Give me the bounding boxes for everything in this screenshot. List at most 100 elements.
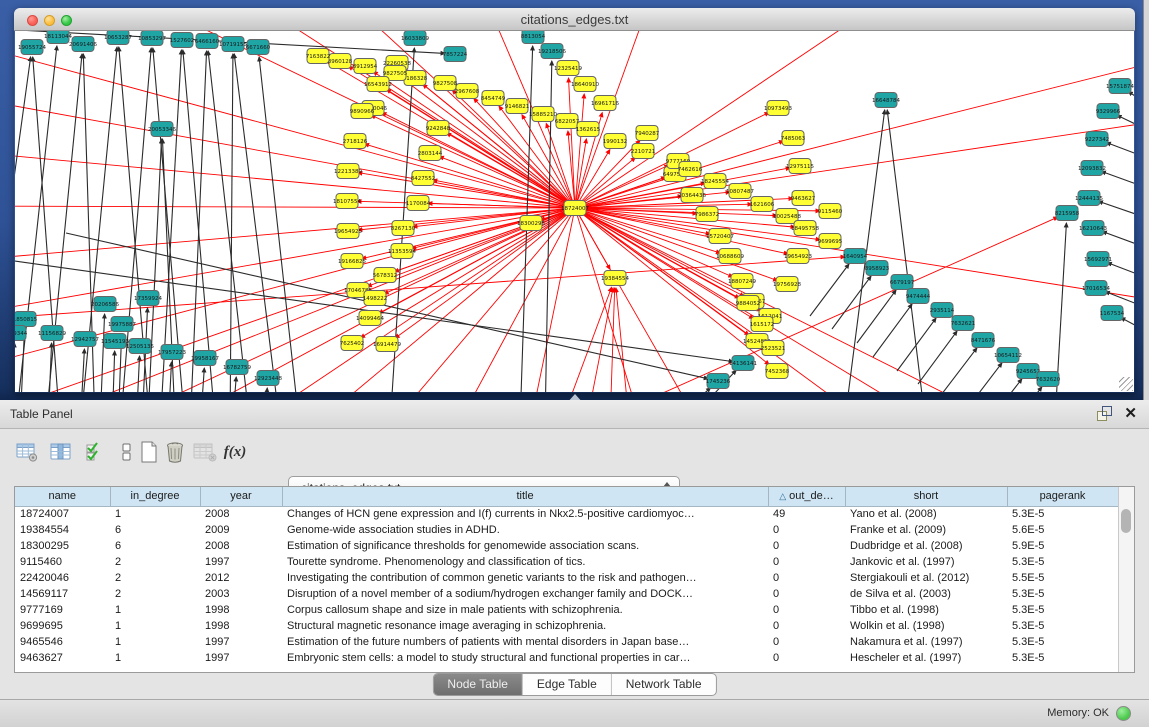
table-row[interactable]: 946362711997Embryonic stem cells: a mode…	[15, 650, 1118, 666]
table-cell[interactable]: 2008	[200, 506, 282, 522]
table-cell[interactable]: 5.3E-5	[1007, 618, 1118, 634]
table-cell[interactable]: 1997	[200, 554, 282, 570]
table-cell[interactable]: Structural magnetic resonance image aver…	[282, 618, 768, 634]
tab-edge-table[interactable]: Edge Table	[523, 674, 612, 695]
network-window-titlebar[interactable]: citations_edges.txt	[14, 8, 1135, 31]
table-cell[interactable]: 2003	[200, 586, 282, 602]
column-header-pagerank[interactable]: pagerank	[1007, 487, 1118, 506]
table-cell[interactable]: 2012	[200, 570, 282, 586]
float-panel-icon[interactable]	[1096, 405, 1112, 421]
table-row[interactable]: 1872400712008Changes of HCN gene express…	[15, 506, 1118, 522]
table-cell[interactable]: 2	[110, 554, 200, 570]
table-cell[interactable]: 1	[110, 634, 200, 650]
table-cell[interactable]: 9115460	[15, 554, 110, 570]
table-row[interactable]: 1456911722003Disruption of a novel membe…	[15, 586, 1118, 602]
table-cell[interactable]: Estimation of the future numbers of pati…	[282, 634, 768, 650]
table-cell[interactable]: 0	[768, 586, 845, 602]
table-cell[interactable]: 2008	[200, 538, 282, 554]
table-cell[interactable]: Estimation of significance thresholds fo…	[282, 538, 768, 554]
table-cell[interactable]: 22420046	[15, 570, 110, 586]
table-cell[interactable]: 0	[768, 522, 845, 538]
table-cell[interactable]: 0	[768, 538, 845, 554]
table-cell[interactable]: 2	[110, 586, 200, 602]
table-cell[interactable]: 1	[110, 618, 200, 634]
table-cell[interactable]: 9699695	[15, 618, 110, 634]
table-cell[interactable]: Wolkin et al. (1998)	[845, 618, 1007, 634]
delete-column-icon[interactable]	[192, 439, 218, 465]
table-cell[interactable]: Changes of HCN gene expression and I(f) …	[282, 506, 768, 522]
table-row[interactable]: 969969511998Structural magnetic resonanc…	[15, 618, 1118, 634]
table-cell[interactable]: Stergiakouli et al. (2012)	[845, 570, 1007, 586]
table-cell[interactable]: Embryonic stem cells: a model to study s…	[282, 650, 768, 666]
table-cell[interactable]: 5.5E-5	[1007, 570, 1118, 586]
table-cell[interactable]: Genome-wide association studies in ADHD.	[282, 522, 768, 538]
table-cell[interactable]: 5.6E-5	[1007, 522, 1118, 538]
select-all-check-icon[interactable]	[82, 439, 108, 465]
tab-node-table[interactable]: Node Table	[433, 674, 523, 695]
column-header-in_degree[interactable]: in_degree	[110, 487, 200, 506]
table-cell[interactable]: 5.3E-5	[1007, 586, 1118, 602]
select-columns-icon[interactable]	[48, 439, 74, 465]
table-cell[interactable]: Dudbridge et al. (2008)	[845, 538, 1007, 554]
table-cell[interactable]: 6	[110, 538, 200, 554]
table-cell[interactable]: 9463627	[15, 650, 110, 666]
table-cell[interactable]: 14569117	[15, 586, 110, 602]
table-cell[interactable]: 5.3E-5	[1007, 554, 1118, 570]
network-graph[interactable]: 1872400710973493748506312975115946362791…	[15, 31, 1134, 392]
table-cell[interactable]: 1998	[200, 602, 282, 618]
table-cell[interactable]: 1997	[200, 650, 282, 666]
table-cell[interactable]: 1997	[200, 634, 282, 650]
column-header-out_de[interactable]: △out_de…	[768, 487, 845, 506]
table-cell[interactable]: 49	[768, 506, 845, 522]
table-cell[interactable]: Tourette syndrome. Phenomenology and cla…	[282, 554, 768, 570]
memory-status-icon[interactable]	[1116, 706, 1131, 721]
table-cell[interactable]: 18300295	[15, 538, 110, 554]
table-cell[interactable]: 0	[768, 618, 845, 634]
table-row[interactable]: 2242004622012Investigating the contribut…	[15, 570, 1118, 586]
table-cell[interactable]: Disruption of a novel member of a sodium…	[282, 586, 768, 602]
window-resize-grip[interactable]	[1119, 377, 1133, 391]
table-row[interactable]: 946554611997Estimation of the future num…	[15, 634, 1118, 650]
delete-table-icon[interactable]	[162, 439, 188, 465]
table-cell[interactable]: 0	[768, 650, 845, 666]
network-canvas[interactable]: 1872400710973493748506312975115946362791…	[15, 31, 1134, 392]
table-cell[interactable]: Franke et al. (2009)	[845, 522, 1007, 538]
table-cell[interactable]: 9465546	[15, 634, 110, 650]
table-cell[interactable]: 0	[768, 554, 845, 570]
table-cell[interactable]: Hescheler et al. (1997)	[845, 650, 1007, 666]
table-cell[interactable]: 1	[110, 650, 200, 666]
table-row[interactable]: 1938455462009Genome-wide association stu…	[15, 522, 1118, 538]
table-cell[interactable]: 2009	[200, 522, 282, 538]
column-header-title[interactable]: title	[282, 487, 768, 506]
table-cell[interactable]: de Silva et al. (2003)	[845, 586, 1007, 602]
table-cell[interactable]: Corpus callosum shape and size in male p…	[282, 602, 768, 618]
table-cell[interactable]: 0	[768, 602, 845, 618]
table-cell[interactable]: 5.3E-5	[1007, 650, 1118, 666]
table-cell[interactable]: 0	[768, 570, 845, 586]
table-row[interactable]: 1830029562008Estimation of significance …	[15, 538, 1118, 554]
column-header-name[interactable]: name	[15, 487, 110, 506]
tab-network-table[interactable]: Network Table	[612, 674, 716, 695]
table-cell[interactable]: 5.3E-5	[1007, 634, 1118, 650]
table-cell[interactable]: 5.3E-5	[1007, 506, 1118, 522]
table-cell[interactable]: 1	[110, 506, 200, 522]
table-cell[interactable]: Investigating the contribution of common…	[282, 570, 768, 586]
column-header-year[interactable]: year	[200, 487, 282, 506]
table-cell[interactable]: 0	[768, 634, 845, 650]
table-cell[interactable]: 9777169	[15, 602, 110, 618]
table-cell[interactable]: Yano et al. (2008)	[845, 506, 1007, 522]
table-cell[interactable]: 19384554	[15, 522, 110, 538]
table-cell[interactable]: Jankovic et al. (1997)	[845, 554, 1007, 570]
table-scrollbar[interactable]	[1118, 487, 1134, 672]
table-cell[interactable]: 1998	[200, 618, 282, 634]
table-row[interactable]: 911546021997Tourette syndrome. Phenomeno…	[15, 554, 1118, 570]
function-builder-icon[interactable]: f(x)	[222, 439, 248, 465]
table-row[interactable]: 977716911998Corpus callosum shape and si…	[15, 602, 1118, 618]
table-cell[interactable]: Nakamura et al. (1997)	[845, 634, 1007, 650]
new-table-icon[interactable]	[136, 439, 162, 465]
table-cell[interactable]: 18724007	[15, 506, 110, 522]
table-cell[interactable]: Tibbo et al. (1998)	[845, 602, 1007, 618]
table-cell[interactable]: 5.9E-5	[1007, 538, 1118, 554]
table-cell[interactable]: 1	[110, 602, 200, 618]
close-panel-icon[interactable]: ✕	[1124, 406, 1137, 421]
